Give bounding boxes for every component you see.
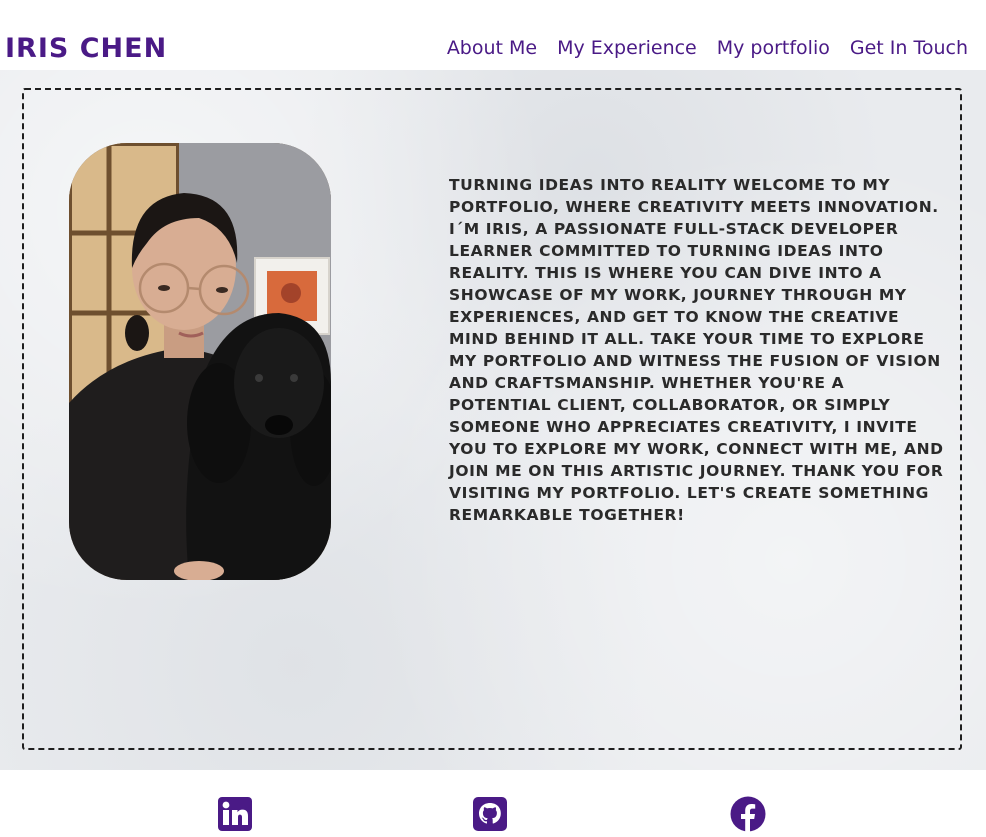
nav-my-experience[interactable]: My Experience — [557, 36, 697, 60]
bio-text: Turning ideas into reality Welcome to my… — [449, 176, 944, 524]
nav-my-portfolio[interactable]: My portfolio — [717, 36, 830, 60]
nav-get-in-touch[interactable]: Get In Touch — [850, 36, 968, 60]
facebook-icon[interactable] — [730, 796, 766, 832]
nav-about-me[interactable]: About Me — [447, 36, 537, 60]
site-footer — [0, 770, 986, 837]
profile-photo — [69, 143, 331, 580]
github-icon[interactable] — [472, 796, 508, 832]
main-nav: About Me My Experience My portfolio Get … — [447, 36, 968, 60]
site-brand[interactable]: IRIS CHEN — [5, 32, 167, 66]
site-header: IRIS CHEN About Me My Experience My port… — [0, 0, 986, 70]
linkedin-icon[interactable] — [217, 796, 253, 832]
